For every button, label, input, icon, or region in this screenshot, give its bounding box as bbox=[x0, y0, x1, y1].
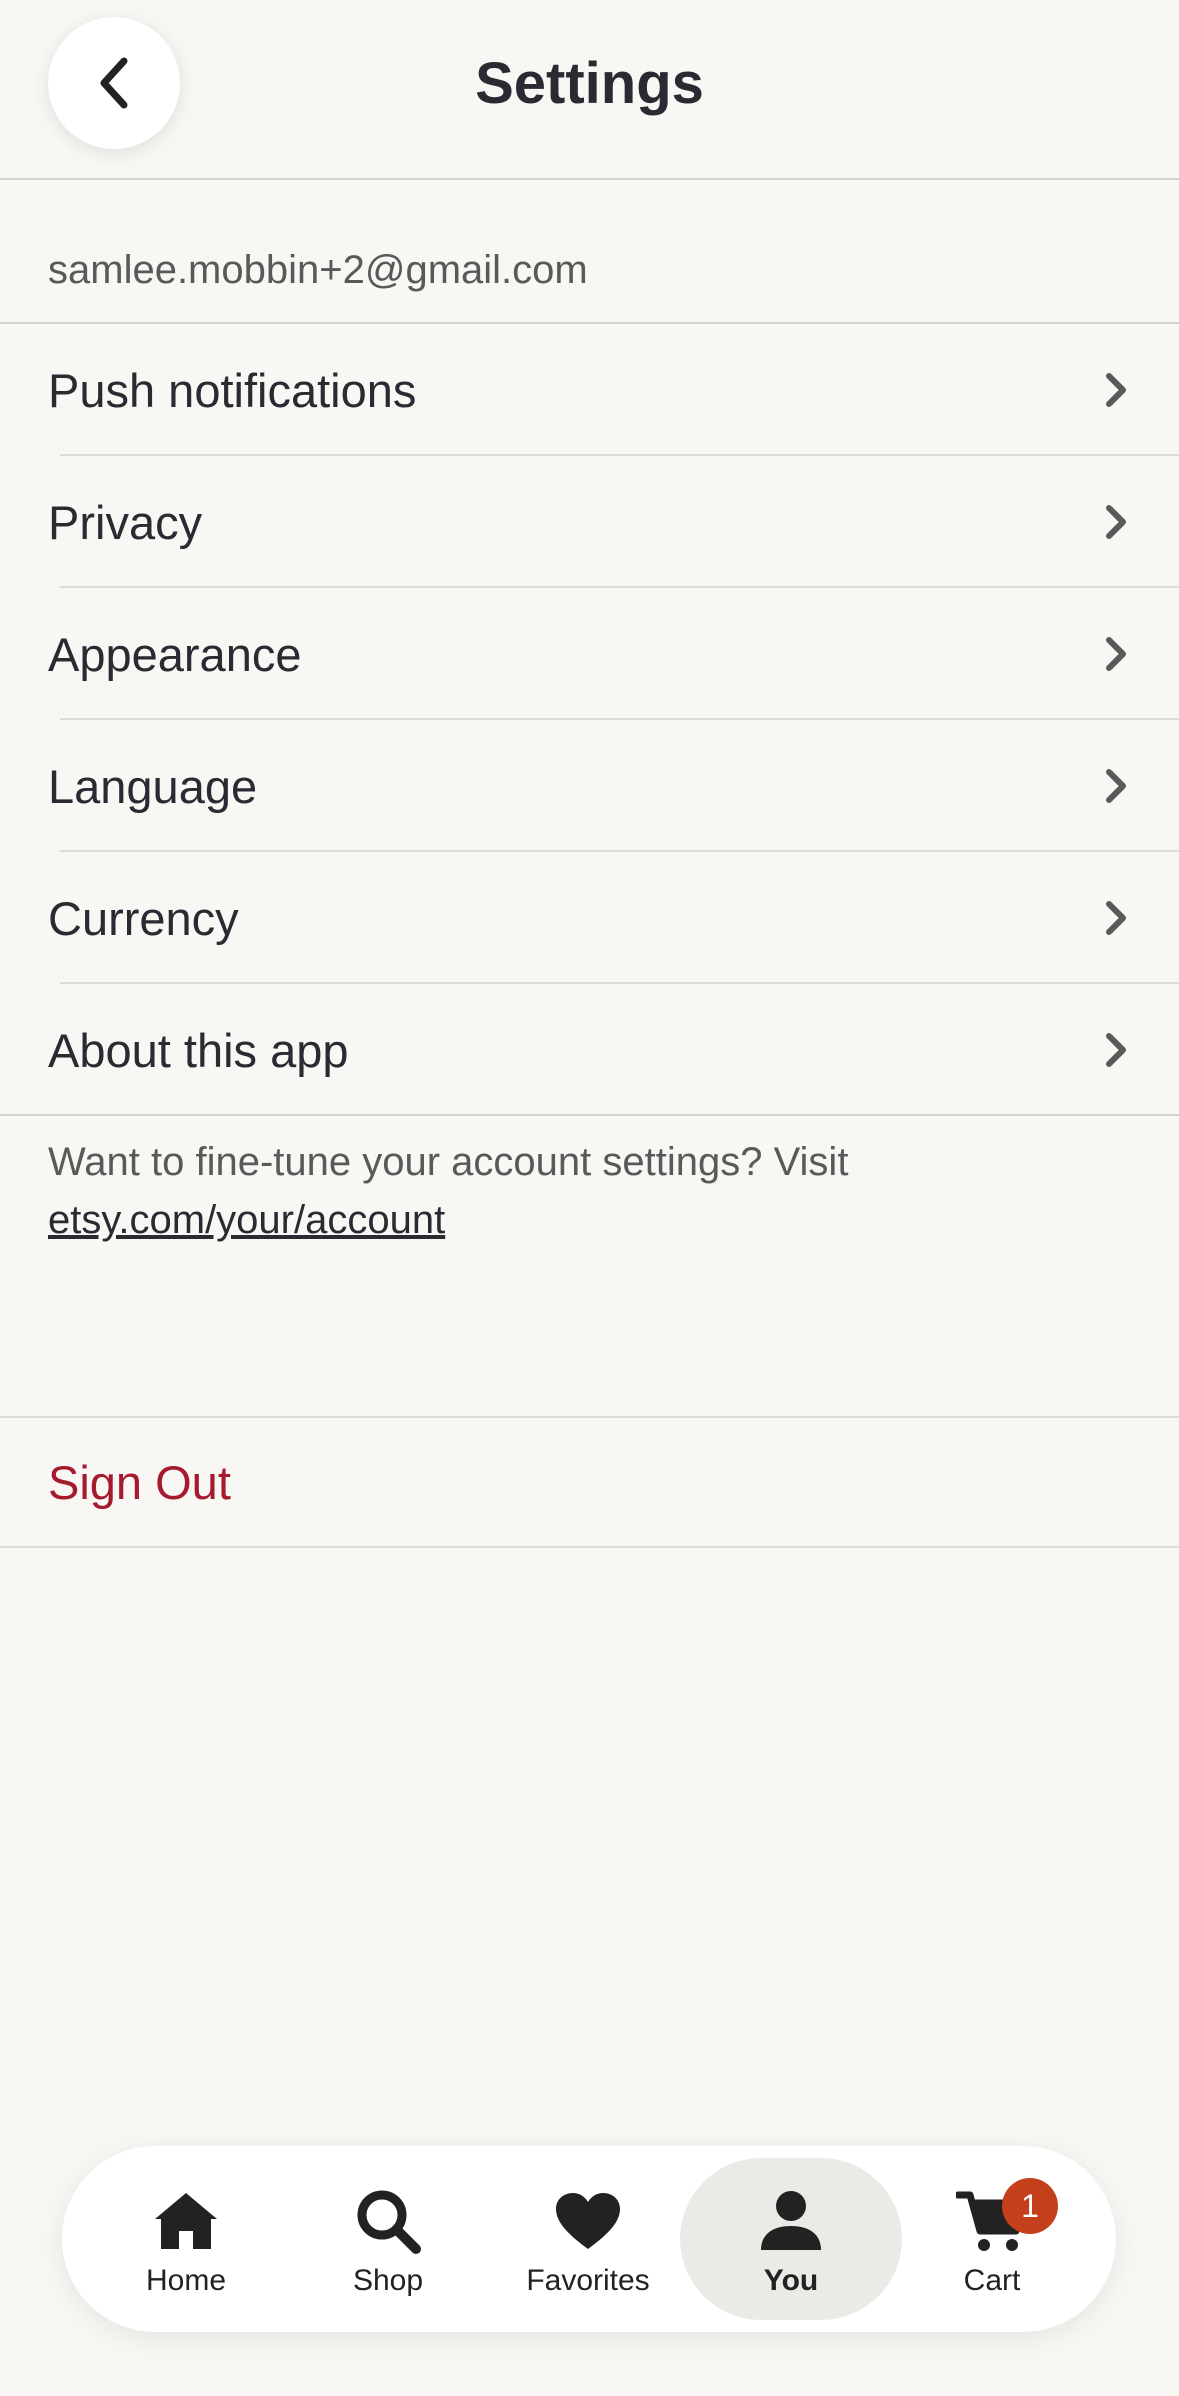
menu-item-language[interactable]: Language bbox=[0, 720, 1179, 852]
menu-item-label: Push notifications bbox=[48, 363, 417, 417]
menu-item-privacy[interactable]: Privacy bbox=[0, 456, 1179, 588]
menu-item-appearance[interactable]: Appearance bbox=[0, 588, 1179, 720]
back-button[interactable] bbox=[48, 17, 180, 149]
menu-item-label: Privacy bbox=[48, 495, 203, 549]
sign-out-label: Sign Out bbox=[48, 1455, 231, 1509]
menu-item-label: Appearance bbox=[48, 627, 302, 681]
chevron-left-icon bbox=[100, 57, 128, 109]
tab-label: Favorites bbox=[526, 2264, 650, 2297]
chevron-right-icon bbox=[1106, 1033, 1126, 1067]
divider bbox=[0, 1114, 1179, 1116]
account-email: samlee.mobbin+2@gmail.com bbox=[48, 248, 588, 292]
tab-label: You bbox=[763, 2264, 819, 2297]
tab-label: Shop bbox=[352, 2264, 424, 2297]
person-icon bbox=[753, 2186, 829, 2256]
menu-item-currency[interactable]: Currency bbox=[0, 852, 1179, 984]
account-settings-link[interactable]: etsy.com/your/account bbox=[48, 1198, 445, 1242]
settings-menu: Push notifications Privacy Appearance La… bbox=[0, 322, 1179, 1116]
chevron-right-icon bbox=[1106, 373, 1126, 407]
tab-shop[interactable]: Shop bbox=[288, 2158, 488, 2320]
account-settings-help: Want to fine-tune your account settings?… bbox=[48, 1133, 1138, 1249]
menu-item-push-notifications[interactable]: Push notifications bbox=[0, 324, 1179, 456]
heart-icon bbox=[550, 2186, 626, 2256]
search-icon bbox=[350, 2186, 426, 2256]
tab-home[interactable]: Home bbox=[86, 2158, 286, 2320]
header: Settings bbox=[0, 0, 1179, 180]
tab-label: Cart bbox=[963, 2264, 1021, 2297]
tab-cart[interactable]: Cart 1 bbox=[892, 2158, 1092, 2320]
help-text: Want to fine-tune your account settings?… bbox=[48, 1140, 849, 1184]
tab-favorites[interactable]: Favorites bbox=[488, 2158, 688, 2320]
menu-item-about-this-app[interactable]: About this app bbox=[0, 984, 1179, 1116]
menu-item-label: Currency bbox=[48, 891, 239, 945]
chevron-right-icon bbox=[1106, 637, 1126, 671]
menu-item-label: Language bbox=[48, 759, 258, 813]
cart-count-badge: 1 bbox=[1002, 2178, 1058, 2234]
sign-out-button[interactable]: Sign Out bbox=[0, 1416, 1179, 1548]
chevron-right-icon bbox=[1106, 901, 1126, 935]
tab-you[interactable]: You bbox=[680, 2158, 902, 2320]
chevron-right-icon bbox=[1106, 769, 1126, 803]
home-icon bbox=[148, 2186, 224, 2256]
menu-item-label: About this app bbox=[48, 1023, 349, 1077]
tab-label: Home bbox=[145, 2264, 227, 2297]
chevron-right-icon bbox=[1106, 505, 1126, 539]
bottom-tab-bar: Home Shop Favorites You Cart 1 bbox=[62, 2146, 1116, 2332]
